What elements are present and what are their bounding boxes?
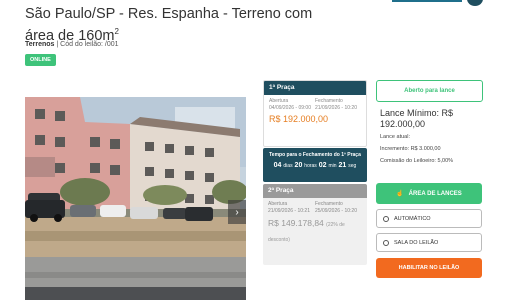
auction-status: Aberto para lance: [376, 80, 483, 102]
timer-label: Tempo para o Fechamento do 1º Praça: [269, 152, 361, 158]
listing-title: São Paulo/SP - Res. Espanha - Terreno co…: [25, 6, 313, 44]
first-open-date: 04/09/2026 - 09:00: [269, 104, 311, 111]
online-badge: ONLINE: [25, 54, 56, 66]
listing-meta: Terrenos | Cód do leilão: /001: [25, 41, 119, 48]
lot-code: | Cód do leilão: /001: [54, 41, 119, 48]
first-round-title: 1ª Praça: [264, 81, 366, 95]
option-automatic-label: AUTOMÁTICO: [394, 215, 431, 222]
property-photo[interactable]: ›: [25, 97, 246, 300]
option-auction-room[interactable]: SALA DO LEILÃO: [376, 233, 482, 252]
first-close-label: Fechamento: [315, 98, 343, 104]
first-close-date: 21/09/2026 - 10:20: [315, 104, 357, 111]
second-open-label: Abertura: [268, 201, 288, 207]
first-round-card: 1ª Praça Abertura 04/09/2026 - 09:00 Fech…: [263, 80, 367, 147]
option-automatic[interactable]: AUTOMÁTICO: [376, 209, 482, 228]
commission: Comissão do Leiloeiro: 5,00%: [380, 158, 454, 164]
bid-area-button[interactable]: ☝ ÁREA DE LANCES: [376, 183, 482, 204]
property-photo-illustration: [25, 97, 246, 300]
second-round-card: 2ª Praça Abertura 21/09/2026 - 10:21 Fech…: [263, 184, 367, 265]
second-round-price: R$ 149.178,84 (22% de desconto): [268, 218, 345, 243]
user-avatar[interactable]: [467, 0, 483, 6]
bid-area-label: ÁREA DE LANCES: [408, 190, 462, 197]
enable-auction-button[interactable]: HABILITAR NO LEILÃO: [376, 258, 482, 278]
second-close-date: 25/09/2026 - 10:20: [315, 207, 357, 214]
second-round-title: 2ª Praça: [263, 184, 367, 198]
countdown-timer: Tempo para o Fechamento do 1º Praça 04 d…: [263, 148, 367, 182]
increment: Incremento: R$ 3.000,00: [380, 146, 441, 152]
min-bid: Lance Mínimo: R$ 192.000,00: [380, 108, 454, 129]
timer-value: 04 dias 20 horas 02 min 21 seg: [273, 162, 357, 169]
second-open-date: 21/09/2026 - 10:21: [268, 207, 310, 214]
hand-pointer-icon: ☝: [396, 191, 404, 197]
current-bid: Lance atual:: [380, 134, 410, 140]
radio-circle-icon[interactable]: [383, 215, 389, 222]
chevron-right-icon[interactable]: ›: [228, 200, 246, 224]
first-open-label: Abertura: [269, 98, 289, 104]
radio-circle-icon[interactable]: [383, 239, 389, 246]
second-close-label: Fechamento: [315, 201, 343, 207]
option-auction-room-label: SALA DO LEILÃO: [394, 239, 439, 246]
top-header-link[interactable]: [392, 0, 462, 2]
first-round-price: R$ 192.000,00: [269, 114, 329, 124]
category-label: Terrenos: [25, 41, 55, 48]
